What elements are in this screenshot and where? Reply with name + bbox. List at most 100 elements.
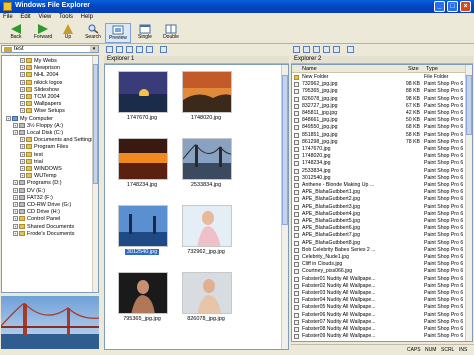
file-row[interactable]: Fabster01 Nudity All Wallpape... Paint Sh… [292,276,466,283]
file-row[interactable]: Fabster07 Nudity All Wallpape... Paint Sh… [292,319,466,326]
view-icon[interactable] [116,46,123,53]
expand-icon[interactable]: + [20,137,25,143]
address-field[interactable]: test ▾ [1,45,99,53]
view-icon[interactable] [323,46,330,53]
expand-icon[interactable]: + [20,79,25,85]
expand-icon[interactable]: + [20,86,25,92]
view-icon[interactable] [146,46,153,53]
file-row[interactable]: Fabster03 Nudity All Wallpape... Paint Sh… [292,290,466,297]
tree-item[interactable]: + WINDOWS [20,166,62,173]
up-button[interactable]: Up [55,23,81,43]
file-row[interactable]: Courtney_piss066.jpg Paint Shop Pro 6 Ima [292,268,466,275]
view-icon[interactable] [303,46,310,53]
file-row[interactable]: APE_BlahaGutbbert5.jpg Paint Shop Pro 6 I… [292,218,466,225]
view-icon[interactable] [333,46,340,53]
tree-item[interactable]: +3½ Floppy (A:) [13,123,63,130]
expand-icon[interactable]: + [20,58,25,64]
tree-item[interactable]: + TCM 2004 [20,94,60,101]
thumbnail-item[interactable]: 795365_jpg.jpg [111,268,173,332]
thumbnail-item[interactable]: 1747670.jpg [111,67,173,131]
column-name[interactable]: Name [302,66,317,72]
file-row[interactable]: Fabster05 Nudity All Wallpape... Paint Sh… [292,304,466,311]
expand-icon[interactable]: + [20,65,25,71]
file-row[interactable]: Celebrity_Nude1.jpg Paint Shop Pro 6 Ima [292,254,466,261]
view-icon[interactable] [126,46,133,53]
tree-item[interactable]: + Frode's Documents [13,231,75,238]
file-row[interactable]: Anthene - Blonde Making Up ... Paint Shop… [292,182,466,189]
scroll-thumb[interactable] [282,75,288,225]
tree-item[interactable]: + My Computer [6,116,53,123]
thumbnail-item[interactable]: 826078_jpg.jpg [175,268,237,332]
expand-icon[interactable]: + [13,202,18,208]
chevron-down-icon[interactable]: ▾ [90,46,98,52]
expand-icon[interactable]: + [20,144,25,150]
expand-icon[interactable]: + [20,151,25,157]
tree-item[interactable]: + CD-RW Drive (G:) [13,202,71,209]
expand-icon[interactable]: + [13,187,18,193]
back-button[interactable]: Back [3,23,29,43]
expand-icon[interactable]: + [13,209,18,215]
file-row[interactable]: Bob Celebrity Babes Series 2 ... Paint Sh… [292,247,466,254]
column-size[interactable]: Size [408,66,419,72]
file-row[interactable]: 3012540.jpg Paint Shop Pro 6 Ima [292,175,466,182]
tree-item[interactable]: + My Webs [20,58,57,65]
expand-icon[interactable]: + [13,122,18,128]
thumbnail-item[interactable]: 1748020.jpg [175,67,237,131]
tree-item[interactable]: + WUTemp [20,173,57,180]
thumbnail-item[interactable]: 3012540.jpg [111,201,173,265]
file-row[interactable]: Fabster09 Nudity All Wallpape... Paint Sh… [292,333,466,340]
forward-button[interactable]: Forward [30,23,56,43]
expand-icon[interactable]: + [13,230,18,236]
expand-icon[interactable]: + [13,130,18,136]
explorer2-scrollbar[interactable] [465,65,472,341]
tree-item[interactable]: + Wise Setups [20,108,65,115]
minimize-button[interactable]: _ [434,1,445,12]
expand-icon[interactable]: + [13,216,18,222]
file-row[interactable]: Fabster04 Nudity All Wallpape... Paint Sh… [292,297,466,304]
tree-item[interactable]: + NHL 2004 [20,72,59,79]
thumbnail-item[interactable]: 732962_jpg.jpg [175,201,237,265]
menu-view[interactable]: View [35,13,54,21]
menu-tools[interactable]: Tools [56,13,76,21]
file-row[interactable]: APE_BlahaGutbbert6.jpg Paint Shop Pro 6 I… [292,225,466,232]
expand-icon[interactable]: + [20,166,25,172]
expand-icon[interactable]: + [20,72,25,78]
expand-icon[interactable]: + [20,101,25,107]
file-row[interactable]: 795365_jpg.jpg 88 KB Paint Shop Pro 6 Ima [292,88,466,95]
file-row[interactable]: 1747670.jpg Paint Shop Pro 6 Ima [292,146,466,153]
close-button[interactable]: × [460,1,471,12]
thumbnail-item[interactable]: 1748234.jpg [111,134,173,198]
view-icon[interactable] [313,46,320,53]
file-row[interactable]: 848661_jpg.jpg 50 KB Paint Shop Pro 6 Ima [292,117,466,124]
column-type[interactable]: Type [426,66,438,72]
thumbnail-item[interactable]: 2533834.jpg [175,134,237,198]
expand-icon[interactable]: + [6,115,11,121]
file-row[interactable]: 851851_jpg.jpg 58 KB Paint Shop Pro 6 Ima [292,132,466,139]
expand-icon[interactable]: + [20,158,25,164]
expand-icon[interactable]: + [13,194,18,200]
expand-icon[interactable]: + [13,180,18,186]
search-button[interactable]: Search [80,23,106,43]
file-row[interactable]: APE_BlahaGutbbert8.jpg Paint Shop Pro 6 I… [292,240,466,247]
file-row[interactable]: 1748020.jpg Paint Shop Pro 6 Ima [292,153,466,160]
file-row[interactable]: 1748234.jpg Paint Shop Pro 6 Ima [292,160,466,167]
tree-item[interactable]: + Slideshow [20,87,59,94]
file-row[interactable]: 832727_jpg.jpg 67 KB Paint Shop Pro 6 Ima [292,103,466,110]
expand-icon[interactable]: + [20,173,25,179]
scroll-thumb[interactable] [93,64,98,184]
view-icon[interactable] [293,46,300,53]
preview-button[interactable]: Preview [105,23,131,43]
file-row[interactable]: APE_BlahaGutbbert1.jpg Paint Shop Pro 6 I… [292,189,466,196]
file-row[interactable]: 861298_jpg.jpg 78 KB Paint Shop Pro 6 Ima [292,139,466,146]
view-icon[interactable] [136,46,143,53]
scroll-thumb[interactable] [466,75,472,135]
tree-item[interactable]: + Wallpapers [20,101,61,108]
double-button[interactable]: Double [158,23,184,43]
maximize-button[interactable]: □ [447,1,458,12]
tree-item[interactable]: + nikick logos [20,80,62,87]
menu-edit[interactable]: Edit [17,13,33,21]
file-row[interactable]: Cliff in Clouds.jpg Paint Shop Pro 6 Ima [292,261,466,268]
tree-item[interactable]: + test [20,152,43,159]
menu-help[interactable]: Help [78,13,96,21]
tree-item[interactable]: + Shared Documents [13,224,74,231]
